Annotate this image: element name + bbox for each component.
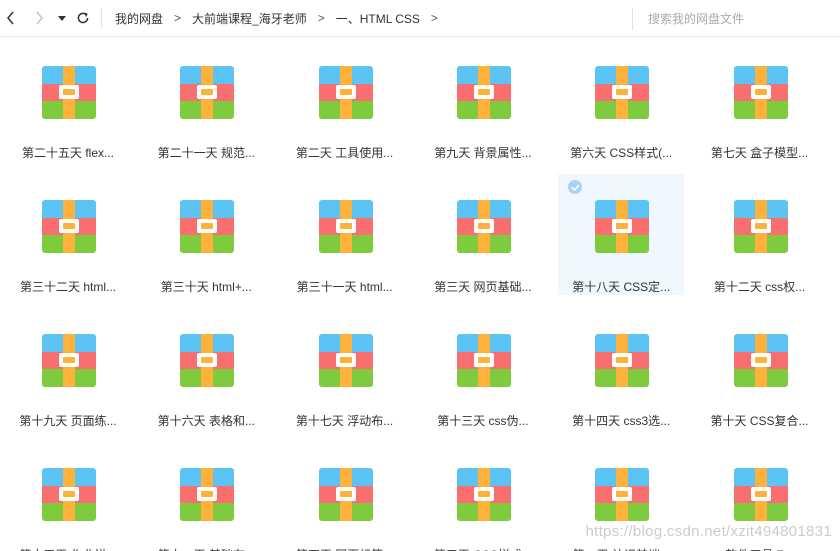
folder-item[interactable]: 第四天 网页标签... — [282, 442, 408, 551]
folder-item[interactable]: 第三十二天 html... — [5, 174, 131, 295]
folder-name: 第十六天 表格和... — [157, 414, 255, 428]
folder-name: 第七天 盒子模型... — [710, 146, 809, 160]
folder-name: 第四天 网页标签... — [282, 546, 408, 551]
toolbar-divider — [101, 8, 102, 28]
folder-item[interactable]: 第二十一天 规范... — [143, 40, 269, 161]
history-dropdown-button[interactable] — [55, 8, 69, 28]
chevron-right-icon — [35, 11, 43, 25]
folder-icon — [456, 468, 511, 521]
breadcrumb-item-current[interactable]: 一、HTML CSS — [336, 10, 420, 27]
folder-icon — [733, 334, 788, 387]
folder-icon — [456, 66, 511, 119]
folder-icon — [318, 468, 373, 521]
folder-name: 第九天 背景属性... — [434, 146, 532, 160]
back-button[interactable] — [2, 8, 18, 28]
file-grid: 第二十五天 flex... 第二十一天 规范... 第二天 工具使用... 第九天 背… — [0, 37, 840, 551]
folder-item[interactable]: 第十一天 基础布... — [143, 442, 269, 551]
folder-icon — [180, 200, 235, 253]
folder-item[interactable]: 软件工具 7... — [697, 442, 823, 551]
folder-icon — [318, 66, 373, 119]
breadcrumb-separator: > — [174, 11, 182, 25]
folder-name: 第二天 工具使用... — [295, 146, 394, 160]
folder-item[interactable]: 第十六天 表格和... — [143, 308, 269, 429]
breadcrumb-separator: > — [317, 11, 325, 25]
folder-item[interactable]: 第十四天 css3选... — [558, 308, 684, 429]
folder-name: 第十天 CSS复合... — [710, 414, 809, 428]
selected-check-icon[interactable] — [568, 180, 583, 194]
folder-name: 第十三天 css伪... — [437, 414, 529, 428]
folder-name: 第十九天 页面练... — [19, 414, 117, 428]
chevron-left-icon — [6, 11, 14, 25]
folder-item[interactable]: 第十九天 页面练... — [5, 308, 131, 429]
folder-name: 第十五天 作业讲... — [5, 546, 131, 551]
folder-icon — [318, 334, 373, 387]
folder-name: 第十一天 基础布... — [143, 546, 269, 551]
breadcrumb-separator[interactable]: > — [420, 11, 449, 25]
search-input[interactable] — [632, 8, 840, 30]
folder-item[interactable]: 第一天 认识前端... — [558, 442, 684, 551]
folder-item[interactable]: 第三天 网页基础... — [420, 174, 546, 295]
folder-name: 第二十一天 规范... — [157, 146, 255, 160]
folder-icon — [733, 200, 788, 253]
folder-icon — [595, 66, 650, 119]
folder-item[interactable]: 第十天 CSS复合... — [697, 308, 823, 429]
refresh-icon — [77, 12, 89, 24]
folder-item[interactable]: 第三十天 html+... — [143, 174, 269, 295]
folder-item[interactable]: 第三十一天 html... — [282, 174, 408, 295]
folder-item[interactable]: 第六天 CSS样式(... — [558, 40, 684, 161]
folder-name: 第一天 认识前端... — [558, 546, 684, 551]
folder-icon — [733, 66, 788, 119]
folder-icon — [456, 200, 511, 253]
folder-item[interactable]: 第二天 工具使用... — [282, 40, 408, 161]
folder-item[interactable]: 第九天 背景属性... — [420, 40, 546, 161]
refresh-button[interactable] — [74, 8, 92, 28]
folder-name: 第三十二天 html... — [19, 280, 116, 294]
folder-name: 第三天 网页基础... — [434, 280, 532, 294]
folder-name: 第十八天 CSS定... — [572, 280, 671, 294]
folder-name: 第十四天 css3选... — [572, 414, 671, 428]
folder-item[interactable]: 第十八天 CSS定... — [558, 174, 685, 295]
folder-item[interactable]: 第七天 盒子模型... — [697, 40, 823, 161]
folder-icon — [595, 200, 650, 253]
folder-name: 第十七天 浮动布... — [295, 414, 394, 428]
folder-name: 第六天 CSS样式(... — [570, 146, 673, 160]
folder-item[interactable]: 第十七天 浮动布... — [282, 308, 408, 429]
folder-icon — [180, 334, 235, 387]
folder-name: 第五天 CSS样式... — [420, 546, 546, 551]
folder-icon — [42, 334, 96, 387]
folder-icon — [180, 66, 235, 119]
folder-icon — [456, 334, 511, 387]
folder-icon — [595, 468, 650, 521]
folder-name: 第三十天 html+... — [160, 280, 252, 294]
folder-icon — [318, 200, 373, 253]
folder-name: 第十二天 css权... — [713, 280, 806, 294]
toolbar: 我的网盘 > 大前端课程_海牙老师 > 一、HTML CSS > — [0, 0, 840, 37]
folder-name: 第二十五天 flex... — [21, 146, 114, 160]
breadcrumb-item-course[interactable]: 大前端课程_海牙老师 — [192, 10, 307, 27]
breadcrumb: 我的网盘 > 大前端课程_海牙老师 > 一、HTML CSS > — [115, 0, 449, 36]
folder-icon — [595, 334, 650, 387]
forward-button[interactable] — [31, 8, 47, 28]
caret-down-icon — [58, 15, 66, 21]
folder-icon — [42, 200, 96, 253]
folder-item[interactable]: 第十三天 css伪... — [420, 308, 546, 429]
folder-name: 第三十一天 html... — [296, 280, 393, 294]
folder-icon — [733, 468, 788, 521]
folder-icon — [42, 66, 96, 119]
folder-icon — [42, 468, 96, 521]
folder-item[interactable]: 第十五天 作业讲... — [5, 442, 131, 551]
folder-icon — [180, 468, 235, 521]
folder-item[interactable]: 第十二天 css权... — [697, 174, 823, 295]
folder-item[interactable]: 第二十五天 flex... — [5, 40, 131, 161]
breadcrumb-item-root[interactable]: 我的网盘 — [115, 10, 163, 27]
folder-name: 软件工具 7... — [697, 546, 823, 551]
folder-item[interactable]: 第五天 CSS样式... — [420, 442, 546, 551]
